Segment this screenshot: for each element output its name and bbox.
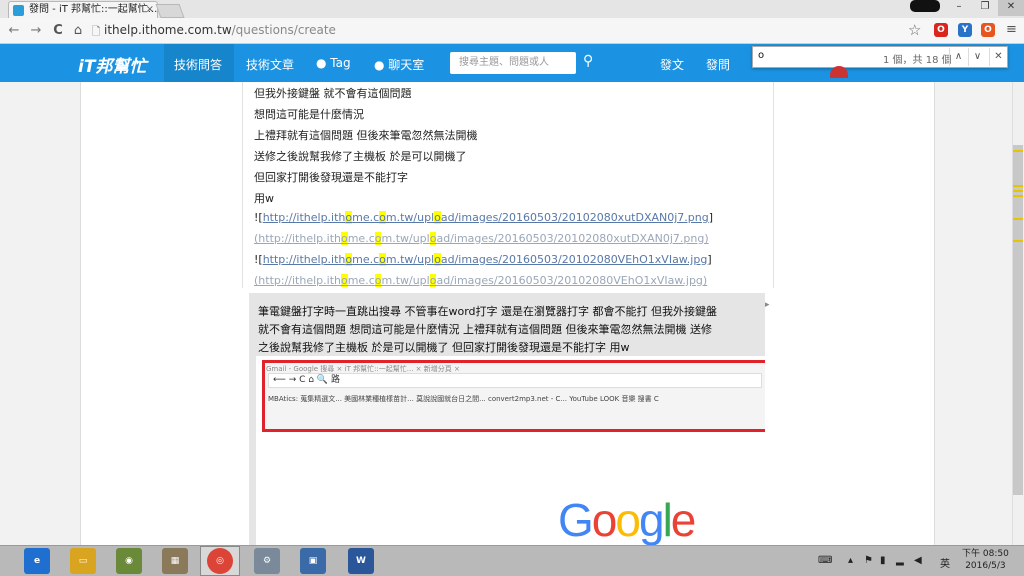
find-match-count: 1 個，共 18 個 [883,55,952,66]
user-avatar[interactable] [830,66,848,78]
find-prev-button[interactable]: ∧ [949,48,967,66]
screenshot-bookmarks: MBAtics: 蒐集精選文... 美國林業種植樣苗計... 莫說說國就台日之間… [268,395,659,403]
image-url-1-paren[interactable]: (http://ithelp.ithome.com.tw/upload/imag… [254,232,709,245]
editor-line: 上禮拜就有這個問題 但後來筆電忽然無法開機 [254,129,478,142]
media-app-icon[interactable]: ◉ [116,548,142,574]
tab-strip: 發問 - iT 邦幫忙::一起幫忙... × – ❐ ✕ [0,0,1024,18]
image-url-1[interactable]: http://ithelp.ithome.com.tw/upload/image… [263,211,709,224]
editor-image-link-1: ![http://ithelp.ithome.com.tw/upload/ima… [254,211,714,224]
browser-toolbar: ← → C ⌂ 🗋 ithelp.ithome.com.tw/questions… [0,18,1024,44]
tag-icon: ● [316,56,331,70]
google-logo: Google [558,494,696,546]
preview-arrow-icon: ▸ [765,300,770,310]
clock-time: 下午 08:50 [962,549,1009,559]
chrome-menu-icon[interactable]: ≡ [1006,22,1017,37]
word-icon[interactable]: W [348,548,374,574]
flag-icon[interactable]: ⚑ [864,555,873,566]
site-search-input[interactable]: 搜尋主題、問題或人 [450,52,576,74]
page-icon: 🗋 [91,25,101,38]
restore-button[interactable]: ❐ [972,0,998,16]
preview-line: 之後說幫我修了主機板 於是可以開機了 但回家打開後發現還是不能打字 用w [258,341,630,354]
preview-line: 筆電鍵盤打字時一直跳出搜尋 不管事在word打字 還是在瀏覽器打字 都會不能打 … [258,305,718,318]
find-match-marker [1013,195,1023,197]
editor-image-link-1-paren: (http://ithelp.ithome.com.tw/upload/imag… [254,232,709,245]
find-match-marker [1013,190,1023,192]
site-favicon-icon [13,5,24,16]
editor-line: 但回家打開後發現還是不能打字 [254,171,408,184]
url-host: ithelp.ithome.com.tw [104,23,232,37]
find-close-button[interactable]: ✕ [989,48,1007,66]
volume-icon[interactable]: ◀ [914,555,922,566]
remote-desktop-icon[interactable]: ▣ [300,548,326,574]
image-url-2[interactable]: http://ithelp.ithome.com.tw/upload/image… [263,253,707,266]
file-explorer-icon[interactable]: ▭ [70,548,96,574]
archive-app-icon[interactable]: ▦ [162,548,188,574]
nav-chatroom[interactable]: ● 聊天室 [374,56,424,73]
ime-indicator[interactable]: 英 [940,555,950,570]
find-match-marker [1013,218,1023,220]
home-icon[interactable]: ⌂ [70,23,86,38]
editor-line: 想問這可能是什麼情況 [254,108,364,121]
address-bar[interactable]: ithelp.ithome.com.tw/questions/create [104,23,336,37]
tab-title: 發問 - iT 邦幫忙::一起幫忙... [29,4,158,15]
nav-tag[interactable]: ● Tag [316,56,351,70]
url-path: /questions/create [231,23,336,37]
internet-explorer-icon[interactable]: e [24,548,50,574]
bookmark-star-icon[interactable]: ☆ [908,21,921,39]
office-extension-icon[interactable]: O [981,23,995,37]
editor-image-link-2-paren: (http://ithelp.ithome.com.tw/upload/imag… [254,274,707,287]
redacted-profile [910,0,940,12]
nav-qa[interactable]: 技術問答 [174,56,222,73]
clock-date: 2016/5/3 [965,561,1006,571]
editor-line: 但我外接鍵盤 就不會有這個問題 [254,87,412,100]
reload-icon[interactable]: C [50,23,66,38]
minimize-button[interactable]: – [946,0,972,16]
chat-icon: ● [374,58,389,72]
new-tab-button[interactable] [155,4,185,18]
screenshot-address-bar: ⟵ → C ⌂ 🔍 路 [268,373,762,388]
find-input[interactable]: o [758,50,764,61]
window-controls: – ❐ ✕ [946,0,1024,16]
find-match-marker [1013,185,1023,187]
y-extension-icon[interactable]: Y [958,23,972,37]
tab-close-icon[interactable]: × [146,2,154,17]
site-logo[interactable]: iT邦幫忙 [78,52,146,77]
find-match-marker [1013,150,1023,152]
find-next-button[interactable]: ∨ [968,48,986,66]
battery-icon[interactable]: ▮ [880,555,886,566]
opera-extension-icon[interactable]: O [934,23,948,37]
system-clock[interactable]: 下午 08:50 2016/5/3 [962,548,1009,572]
window-close-button[interactable]: ✕ [998,0,1024,16]
editor-line: 用w [254,192,274,205]
find-bar: o 1 個，共 18 個 ∧ ∨ ✕ [752,46,1008,68]
utility-app-icon[interactable]: ⚙ [254,548,280,574]
scrollbar-thumb[interactable] [1013,145,1023,495]
editor-line: 送修之後說幫我修了主機板 於是可以開機了 [254,150,467,163]
nav-articles[interactable]: 技術文章 [246,56,294,73]
find-match-marker [1013,240,1023,242]
nav-post-article[interactable]: 發文 [660,56,684,73]
chrome-icon[interactable]: ◎ [207,548,233,574]
tray-expand-icon[interactable]: ▴ [848,555,853,566]
browser-tab[interactable]: 發問 - iT 邦幫忙::一起幫忙... × [8,1,158,18]
preview-line: 就不會有這個問題 想問這可能是什麼情況 上禮拜就有這個問題 但後來筆電忽然無法開… [258,323,712,336]
keyboard-icon[interactable]: ⌨ [818,555,832,566]
back-icon[interactable]: ← [6,23,22,38]
image-url-2-paren[interactable]: (http://ithelp.ithome.com.tw/upload/imag… [254,274,707,287]
forward-icon[interactable]: → [28,23,44,38]
search-icon[interactable]: ⚲ [583,53,593,69]
editor-image-link-2: ![http://ithelp.ithome.com.tw/upload/ima… [254,253,712,266]
nav-ask-question[interactable]: 發問 [706,56,730,73]
network-icon[interactable]: ▂ [896,555,904,566]
